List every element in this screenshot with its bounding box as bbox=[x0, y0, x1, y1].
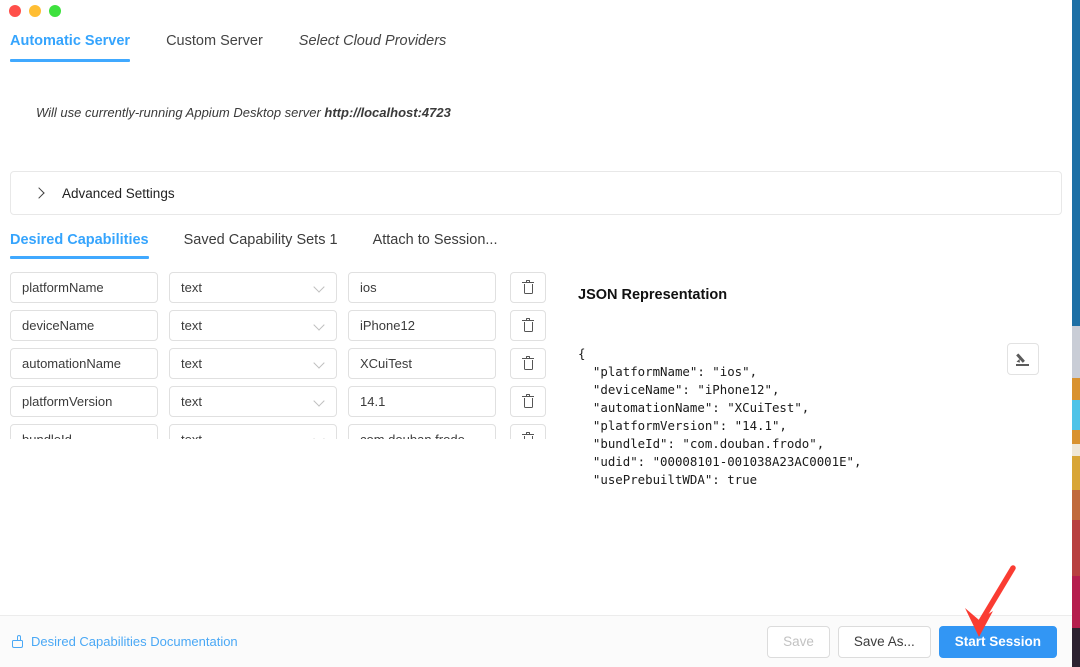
capability-type-select[interactable]: text bbox=[169, 348, 337, 379]
pencil-icon bbox=[1016, 352, 1031, 367]
capability-value-text: iPhone12 bbox=[360, 318, 415, 333]
start-session-button[interactable]: Start Session bbox=[939, 626, 1057, 658]
capability-row: platformVersion text 14.1 bbox=[10, 386, 560, 417]
minimize-window-button[interactable] bbox=[29, 5, 41, 17]
server-description: Will use currently-running Appium Deskto… bbox=[0, 67, 1072, 171]
save-button[interactable]: Save bbox=[767, 626, 830, 658]
chevron-down-icon bbox=[314, 436, 325, 440]
capability-type-select[interactable]: text bbox=[169, 272, 337, 303]
capability-type-select[interactable]: text bbox=[169, 310, 337, 341]
trash-icon bbox=[522, 357, 534, 371]
tab-automatic-server-label: Automatic Server bbox=[10, 33, 130, 49]
tab-desired-capabilities-label: Desired Capabilities bbox=[10, 232, 149, 248]
json-representation-panel: JSON Representation { "platformName": "i… bbox=[560, 265, 1072, 585]
trash-icon bbox=[522, 395, 534, 409]
capability-value-text: com.douban.frodo bbox=[360, 432, 465, 439]
capability-type-value: text bbox=[181, 432, 202, 439]
tab-custom-server-label: Custom Server bbox=[166, 33, 263, 49]
capability-row: deviceName text iPhone12 bbox=[10, 310, 560, 341]
capability-name-value: deviceName bbox=[22, 318, 94, 333]
tab-select-cloud-providers-label: Select Cloud Providers bbox=[299, 33, 447, 49]
delete-capability-button[interactable] bbox=[510, 272, 546, 303]
delete-capability-button[interactable] bbox=[510, 424, 546, 439]
tab-custom-server[interactable]: Custom Server bbox=[166, 22, 263, 62]
save-as-button-label: Save As... bbox=[854, 634, 915, 649]
chevron-down-icon bbox=[314, 360, 325, 368]
capability-name-input[interactable]: platformName bbox=[10, 272, 158, 303]
desired-capabilities-documentation-link[interactable]: Desired Capabilities Documentation bbox=[12, 634, 238, 649]
capability-row: platformName text ios bbox=[10, 272, 560, 303]
trash-icon bbox=[522, 433, 534, 440]
capability-name-input[interactable]: platformVersion bbox=[10, 386, 158, 417]
capability-editor-body: platformName text ios deviceName bbox=[0, 265, 1072, 585]
capability-value-text: 14.1 bbox=[360, 394, 385, 409]
delete-capability-button[interactable] bbox=[510, 310, 546, 341]
save-as-button[interactable]: Save As... bbox=[838, 626, 931, 658]
documentation-link-label: Desired Capabilities Documentation bbox=[31, 634, 238, 649]
close-window-button[interactable] bbox=[9, 5, 21, 17]
tab-saved-capability-sets-label: Saved Capability Sets 1 bbox=[184, 232, 338, 248]
footer-bar: Desired Capabilities Documentation Save … bbox=[0, 615, 1072, 667]
capability-row: bundleId text com.douban.frodo bbox=[10, 424, 560, 439]
capability-rows-scroll-area[interactable]: platformName text ios deviceName bbox=[10, 265, 560, 439]
advanced-settings-collapse[interactable]: Advanced Settings bbox=[10, 171, 1062, 215]
server-tab-bar: Automatic Server Custom Server Select Cl… bbox=[0, 22, 1072, 67]
capability-value-input[interactable]: XCuiTest bbox=[348, 348, 496, 379]
tab-attach-to-session[interactable]: Attach to Session... bbox=[373, 232, 498, 259]
server-url: http://localhost:4723 bbox=[324, 105, 450, 120]
zoom-window-button[interactable] bbox=[49, 5, 61, 17]
trash-icon bbox=[522, 281, 534, 295]
capability-value-input[interactable]: com.douban.frodo bbox=[348, 424, 496, 439]
tab-saved-capability-sets[interactable]: Saved Capability Sets 1 bbox=[184, 232, 338, 259]
capability-tab-bar: Desired Capabilities Saved Capability Se… bbox=[10, 232, 1072, 265]
capability-name-value: automationName bbox=[22, 356, 121, 371]
external-link-icon bbox=[12, 635, 25, 649]
capability-type-value: text bbox=[181, 280, 202, 295]
tab-attach-to-session-label: Attach to Session... bbox=[373, 232, 498, 248]
capability-name-value: bundleId bbox=[22, 432, 72, 439]
json-representation-title: JSON Representation bbox=[578, 287, 1072, 303]
capability-value-input[interactable]: iPhone12 bbox=[348, 310, 496, 341]
capability-value-text: ios bbox=[360, 280, 377, 295]
server-description-text: Will use currently-running Appium Deskto… bbox=[36, 105, 324, 120]
appium-inspector-window: Automatic Server Custom Server Select Cl… bbox=[0, 0, 1072, 667]
capability-name-input[interactable]: automationName bbox=[10, 348, 158, 379]
chevron-down-icon bbox=[314, 322, 325, 330]
tab-select-cloud-providers[interactable]: Select Cloud Providers bbox=[299, 22, 447, 62]
capability-type-select[interactable]: text bbox=[169, 386, 337, 417]
edit-json-button[interactable] bbox=[1007, 343, 1039, 375]
capability-value-input[interactable]: 14.1 bbox=[348, 386, 496, 417]
capability-name-value: platformName bbox=[22, 280, 104, 295]
start-session-button-label: Start Session bbox=[955, 634, 1041, 649]
delete-capability-button[interactable] bbox=[510, 348, 546, 379]
traffic-lights bbox=[9, 5, 61, 17]
capability-name-input[interactable]: deviceName bbox=[10, 310, 158, 341]
capability-name-value: platformVersion bbox=[22, 394, 112, 409]
capability-type-value: text bbox=[181, 394, 202, 409]
chevron-down-icon bbox=[314, 284, 325, 292]
chevron-down-icon bbox=[314, 398, 325, 406]
delete-capability-button[interactable] bbox=[510, 386, 546, 417]
capability-type-value: text bbox=[181, 356, 202, 371]
trash-icon bbox=[522, 319, 534, 333]
tab-automatic-server[interactable]: Automatic Server bbox=[10, 22, 130, 62]
window-titlebar bbox=[0, 0, 1072, 22]
json-representation-code: { "platformName": "ios", "deviceName": "… bbox=[578, 345, 1072, 489]
advanced-settings-label: Advanced Settings bbox=[62, 186, 175, 201]
capability-name-input[interactable]: bundleId bbox=[10, 424, 158, 439]
save-button-label: Save bbox=[783, 634, 814, 649]
capability-value-input[interactable]: ios bbox=[348, 272, 496, 303]
capability-value-text: XCuiTest bbox=[360, 356, 412, 371]
chevron-right-icon bbox=[34, 188, 45, 199]
capability-type-select[interactable]: text bbox=[169, 424, 337, 439]
tab-desired-capabilities[interactable]: Desired Capabilities bbox=[10, 232, 149, 259]
capability-row: automationName text XCuiTest bbox=[10, 348, 560, 379]
capability-type-value: text bbox=[181, 318, 202, 333]
